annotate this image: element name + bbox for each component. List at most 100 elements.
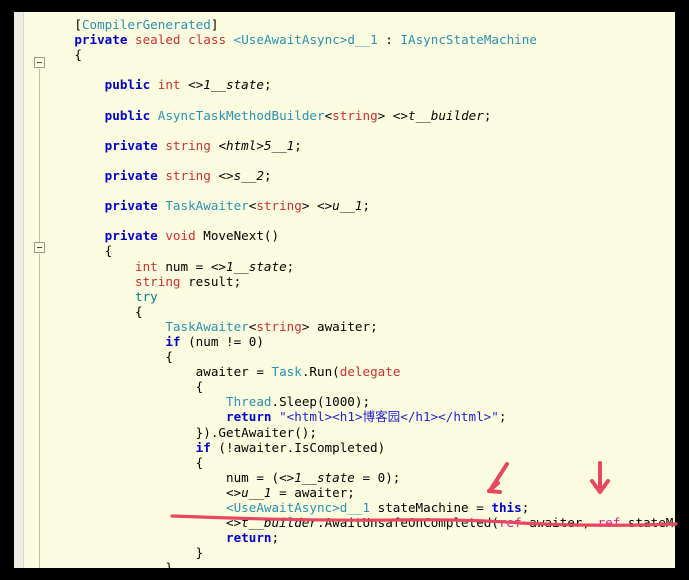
code-token: ; [286, 258, 295, 274]
code-token: <>s__2 [218, 167, 264, 183]
code-token: .AwaitUnsafeOnCompleted( [316, 515, 499, 531]
code-line: return "<html><h1>博客园</h1></html>"; [44, 409, 675, 424]
code-token: { [195, 454, 204, 470]
code-token: ; [521, 500, 530, 515]
code-token: [ [74, 17, 82, 32]
code-token: awaiter, [521, 515, 598, 531]
code-token: </h1></html>" [400, 409, 499, 425]
code-token: return [225, 530, 272, 546]
code-line: public AsyncTaskMethodBuilder<string> <>… [44, 108, 675, 123]
code-token: private [104, 167, 158, 183]
code-token: TaskAwaiter [165, 198, 249, 214]
code-token: public [104, 107, 151, 123]
code-token: { [135, 303, 143, 319]
code-token: <UseAwaitAsync>d__1 [225, 500, 371, 515]
code-line: }).GetAwaiter(); [44, 425, 675, 440]
code-token: string [332, 107, 378, 123]
code-token: string [256, 198, 302, 214]
code-line: string result; [44, 274, 675, 289]
code-token: if [195, 439, 211, 455]
code-line: awaiter = Task.Run(delegate [44, 364, 675, 379]
code-token: stateMachine = [370, 500, 492, 515]
outline-guide-movenext [39, 254, 40, 568]
code-token: Thread [225, 394, 272, 410]
code-line: private TaskAwaiter<string> <>u__1; [44, 198, 675, 213]
code-token: <>t__builder [392, 107, 484, 123]
code-token: class [188, 32, 227, 48]
code-token: <>1__state [210, 258, 287, 274]
code-token: = awaiter; [271, 484, 355, 500]
code-token: } [195, 545, 204, 561]
code-token: private [104, 137, 158, 153]
code-token: awaiter = [195, 364, 272, 380]
code-token: ; [271, 530, 280, 546]
code-token: }).GetAwaiter(); [195, 424, 317, 440]
code-line: private void MoveNext() [44, 228, 675, 243]
code-editor-surface[interactable]: [CompilerGenerated] private sealed class… [14, 12, 675, 568]
code-token: > awaiter; [301, 318, 378, 334]
code-line: private string <html>5__1; [44, 138, 675, 153]
code-token: TaskAwaiter [165, 318, 249, 334]
code-line: { [44, 304, 675, 319]
code-token: int [157, 77, 181, 93]
code-line: <>t__builder.AwaitUnsafeOnCompleted(ref … [44, 515, 675, 530]
code-token: <>u__1 [317, 198, 363, 214]
code-token: private [104, 198, 158, 214]
code-token: : [377, 32, 401, 48]
code-token: private [104, 228, 158, 244]
code-token: <>1__state [188, 77, 264, 93]
code-line: public int <>1__state; [44, 77, 675, 92]
code-token: num = ( [225, 469, 280, 485]
code-token: { [195, 379, 204, 395]
code-line: <UseAwaitAsync>d__1 stateMachine = this; [44, 500, 675, 515]
code-token: { [74, 47, 82, 63]
code-token: string [256, 318, 302, 334]
code-token: int [135, 258, 158, 274]
code-token: delegate [339, 364, 401, 380]
code-token: 博客园 [362, 409, 401, 425]
code-token: ref [597, 515, 621, 531]
code-token: { [165, 349, 173, 365]
code-token: return [225, 409, 272, 425]
code-token: .Sleep(1000); [271, 394, 371, 410]
code-token: ; [498, 409, 507, 425]
code-token: ; [483, 107, 492, 123]
code-token: ref [498, 515, 522, 531]
code-token: "<html><h1> [279, 409, 363, 425]
code-line: { [44, 47, 675, 62]
code-token: IAsyncStateMachine [400, 32, 537, 48]
outline-guide-class [39, 69, 40, 242]
code-token: string [165, 167, 211, 183]
code-line: private sealed class <UseAwaitAsync>d__1… [44, 32, 675, 47]
code-text[interactable]: [CompilerGenerated] private sealed class… [44, 17, 675, 568]
code-token: .Run( [301, 364, 340, 380]
code-line: { [44, 243, 675, 258]
code-line: { [44, 349, 675, 364]
code-token: ] [210, 17, 219, 32]
code-token: if [165, 333, 181, 349]
